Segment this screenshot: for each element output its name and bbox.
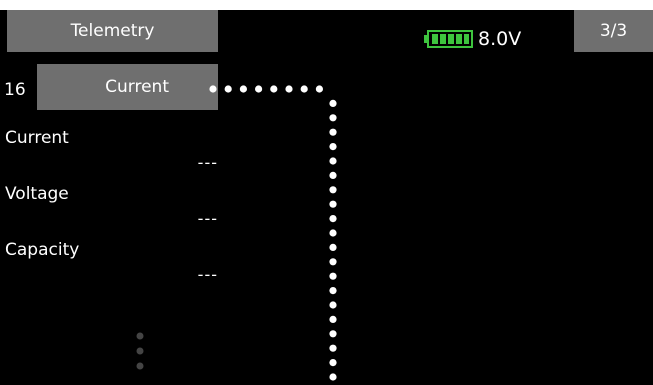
leader-dot — [329, 373, 337, 381]
capacity-label: Capacity — [5, 240, 80, 260]
leader-dot — [329, 258, 337, 266]
leader-dot — [329, 114, 337, 122]
leader-dot — [224, 85, 232, 93]
leader-dot — [329, 243, 337, 251]
top-border-strip — [0, 0, 653, 10]
battery-full-icon — [424, 30, 474, 48]
current-label: Current — [5, 128, 69, 148]
leader-dot — [329, 301, 337, 309]
leader-dot — [329, 272, 337, 280]
sensor-channel-number: 16 — [4, 80, 26, 100]
leader-dot — [315, 85, 323, 93]
leader-dot — [285, 85, 293, 93]
leader-dot — [329, 359, 337, 367]
callout-leader-dots — [205, 80, 345, 381]
leader-dot — [270, 85, 278, 93]
scroll-indicator[interactable] — [134, 331, 146, 371]
screen-title-tab[interactable]: Telemetry — [7, 10, 218, 52]
leader-dot — [329, 315, 337, 323]
leader-dot — [329, 330, 337, 338]
battery-voltage: 8.0V — [478, 28, 522, 50]
leader-dot — [329, 344, 337, 352]
leader-dot — [329, 200, 337, 208]
leader-dot — [329, 99, 337, 107]
leader-dot — [329, 157, 337, 165]
leader-dot — [329, 229, 337, 237]
leader-dot — [329, 171, 337, 179]
leader-dot — [300, 85, 308, 93]
page-indicator-tab[interactable]: 3/3 — [574, 10, 653, 52]
leader-dot — [329, 186, 337, 194]
leader-dot — [329, 215, 337, 223]
leader-dot — [239, 85, 247, 93]
sensor-type-button[interactable]: Current — [37, 64, 218, 110]
leader-dot — [255, 85, 263, 93]
leader-dot — [329, 143, 337, 151]
leader-dot — [329, 287, 337, 295]
leader-dot — [209, 85, 217, 93]
leader-dot — [329, 128, 337, 136]
voltage-label: Voltage — [5, 184, 69, 204]
